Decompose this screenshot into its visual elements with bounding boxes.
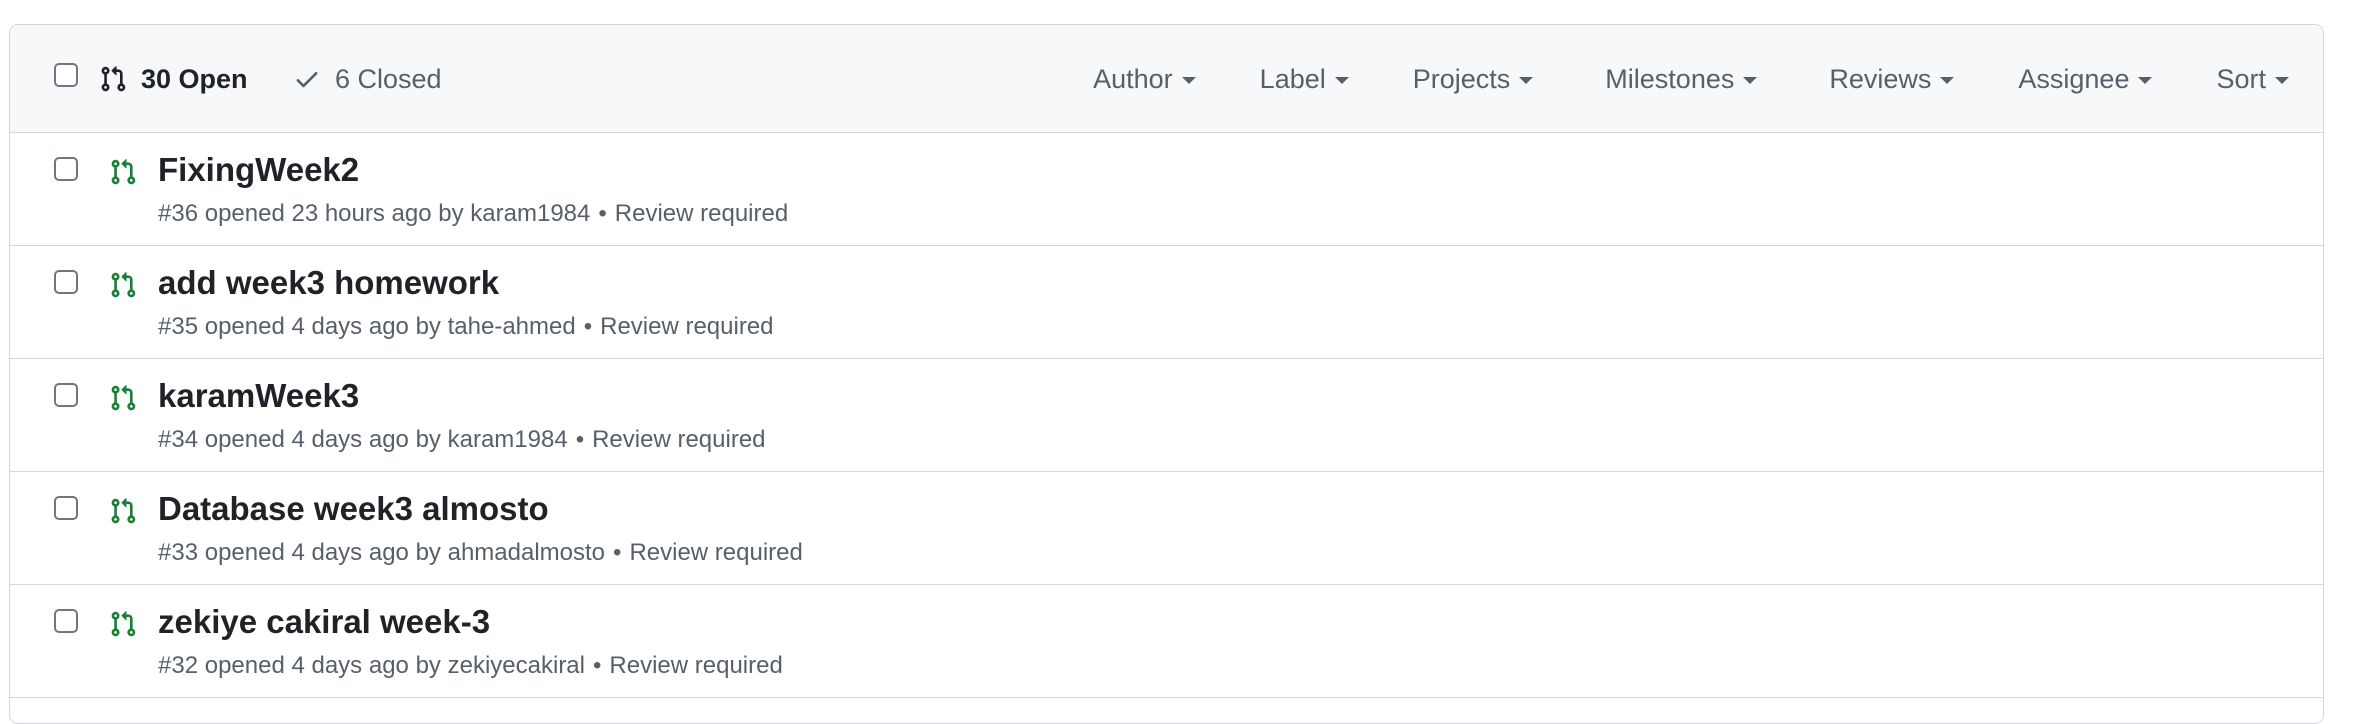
caret-down-icon [2138, 77, 2153, 84]
author-filter-label: Author [1093, 63, 1173, 94]
by-text: by [415, 539, 441, 566]
reviews-filter[interactable]: Reviews [1829, 63, 1955, 95]
caret-down-icon [1743, 77, 1758, 84]
sort-filter-label: Sort [2216, 63, 2266, 94]
git-pull-request-open-icon [111, 272, 136, 298]
sort-filter[interactable]: Sort [2216, 64, 2289, 95]
separator-dot: • [575, 426, 585, 453]
pull-request-row: Database week3 almosto #33 opened 4 days… [10, 472, 2323, 585]
pull-request-meta: #33 opened 4 days ago by ahmadalmosto • Re… [158, 539, 803, 567]
by-text: by [415, 313, 441, 340]
caret-down-icon [1181, 77, 1196, 84]
review-status-link[interactable]: Review required [629, 539, 802, 566]
pull-request-row: karamWeek3 #34 opened 4 days ago by kara… [10, 359, 2323, 472]
separator-dot: • [613, 539, 622, 566]
opened-time: opened 4 days ago [204, 539, 409, 566]
pull-request-title-link[interactable]: add week3 homework [158, 264, 499, 302]
label-filter-label: Label [1259, 63, 1326, 94]
git-pull-request-open-icon [111, 611, 136, 637]
pull-request-meta: #35 opened 4 days ago by tahe-ahmed • Revi… [158, 313, 774, 341]
separator-dot: • [593, 652, 602, 679]
pull-request-meta: #34 opened 4 days ago by karam1984 • Revie… [158, 426, 766, 454]
by-text: by [415, 652, 441, 679]
pull-request-number: #32 [158, 652, 199, 679]
milestones-filter-label: Milestones [1605, 63, 1735, 94]
row-checkbox[interactable] [54, 496, 78, 520]
review-status-link[interactable]: Review required [600, 313, 773, 340]
closed-count-label: 6 Closed [335, 63, 442, 94]
git-pull-request-icon [101, 66, 126, 92]
pull-request-row: FixingWeek2 #36 opened 23 hours ago by k… [10, 133, 2323, 246]
reviews-filter-label: Reviews [1829, 63, 1932, 94]
opened-time: opened 23 hours ago [204, 200, 432, 227]
assignee-filter-label: Assignee [2018, 63, 2130, 94]
filter-bar: Author Label Projects Milestones Reviews… [1093, 25, 2323, 133]
pull-request-title-link[interactable]: Database week3 almosto [158, 490, 549, 528]
pull-request-row: zekiye cakiral week-3 #32 opened 4 days … [10, 585, 2323, 698]
author-link[interactable]: zekiyecakiral [448, 652, 585, 679]
caret-down-icon [1940, 77, 1955, 84]
by-text: by [415, 426, 441, 453]
opened-time: opened 4 days ago [204, 652, 409, 679]
author-link[interactable]: tahe-ahmed [448, 313, 576, 340]
caret-down-icon [1334, 77, 1349, 84]
pull-request-title-link[interactable]: zekiye cakiral week-3 [158, 603, 490, 641]
projects-filter-label: Projects [1412, 63, 1511, 94]
pull-request-title-link[interactable]: karamWeek3 [158, 377, 359, 415]
git-pull-request-open-icon [111, 385, 136, 411]
git-pull-request-open-icon [111, 159, 136, 185]
row-checkbox[interactable] [54, 609, 78, 633]
caret-down-icon [2275, 77, 2289, 84]
by-text: by [438, 200, 464, 227]
opened-time: opened 4 days ago [204, 426, 409, 453]
select-all-checkbox[interactable] [54, 63, 78, 87]
milestones-filter[interactable]: Milestones [1605, 63, 1758, 95]
pull-request-title-link[interactable]: FixingWeek2 [158, 151, 359, 189]
review-status-link[interactable]: Review required [615, 200, 788, 227]
pull-request-list: 30 Open 6 Closed Author Label Projects M… [9, 24, 2324, 724]
row-checkbox[interactable] [54, 270, 78, 294]
open-count-label: 30 Open [141, 63, 248, 94]
pull-request-number: #35 [158, 313, 199, 340]
separator-dot: • [598, 200, 607, 227]
projects-filter[interactable]: Projects [1413, 64, 1534, 95]
pull-request-meta: #32 opened 4 days ago by zekiyecakiral • R… [158, 652, 783, 680]
label-filter[interactable]: Label [1260, 64, 1349, 95]
pull-request-number: #34 [158, 426, 199, 453]
author-link[interactable]: karam1984 [448, 426, 568, 453]
assignee-filter[interactable]: Assignee [2018, 63, 2153, 95]
list-header: 30 Open 6 Closed Author Label Projects M… [10, 25, 2323, 133]
row-checkbox[interactable] [54, 383, 78, 407]
pull-request-meta: #36 opened 23 hours ago by karam1984 • Rev… [158, 200, 788, 228]
pull-request-number: #33 [158, 539, 199, 566]
author-link[interactable]: karam1984 [470, 200, 590, 227]
caret-down-icon [1519, 77, 1534, 84]
separator-dot: • [583, 313, 593, 340]
author-link[interactable]: ahmadalmosto [448, 539, 605, 566]
review-status-link[interactable]: Review required [609, 652, 782, 679]
git-pull-request-open-icon [111, 498, 136, 524]
author-filter[interactable]: Author [1093, 64, 1196, 95]
open-filter-tab[interactable]: 30 Open [99, 25, 248, 133]
pull-request-number: #36 [158, 200, 199, 227]
row-checkbox[interactable] [54, 157, 78, 181]
closed-filter-tab[interactable]: 6 Closed [293, 25, 442, 133]
opened-time: opened 4 days ago [204, 313, 409, 340]
pull-request-row: add week3 homework #35 opened 4 days ago… [10, 246, 2323, 359]
review-status-link[interactable]: Review required [592, 426, 765, 453]
check-icon [296, 72, 318, 88]
